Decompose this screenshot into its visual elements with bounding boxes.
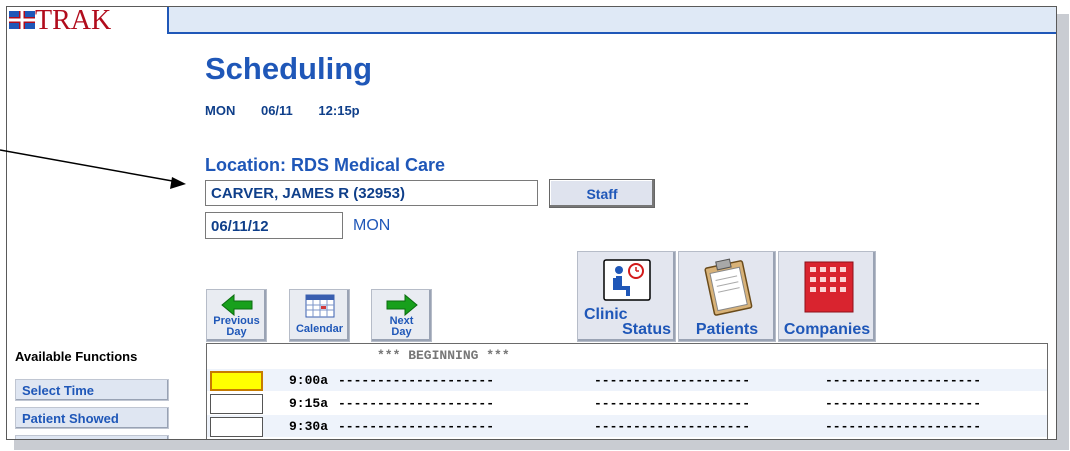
current-time: 12:15p xyxy=(318,103,360,118)
schedule-row[interactable]: 9:00a -------------------- -------------… xyxy=(207,369,1047,391)
slot-time: 9:30a xyxy=(289,419,329,434)
page-title: Scheduling xyxy=(205,51,373,86)
patients-label: Patients xyxy=(695,321,759,338)
slot-dashes: -------------------- xyxy=(338,419,495,434)
calendar-label: Calendar xyxy=(295,323,344,335)
callout-arrow-icon xyxy=(0,149,186,189)
companies-button[interactable]: Companies xyxy=(778,251,876,342)
slot-time: 9:00a xyxy=(289,373,329,388)
slot-dashes: -------------------- xyxy=(594,396,751,411)
calendar-button[interactable]: Calendar xyxy=(289,289,350,342)
clinic-status-button[interactable]: Clinic Status xyxy=(577,251,676,342)
clipboard-icon xyxy=(704,258,753,316)
building-icon xyxy=(804,261,854,313)
day-of-week: MON xyxy=(353,217,391,234)
time-slot-checkbox[interactable] xyxy=(210,417,263,437)
schedule-list: *** BEGINNING *** 9:00a ----------------… xyxy=(206,343,1048,439)
slot-dashes: -------------------- xyxy=(338,373,495,388)
current-date: 06/11 xyxy=(260,103,293,118)
previous-day-label-2: Day xyxy=(226,326,247,338)
time-slot-checkbox[interactable] xyxy=(210,394,263,414)
patient-showed-button[interactable]: Patient Showed xyxy=(15,407,169,429)
slot-dashes: -------------------- xyxy=(825,373,982,388)
current-datetime: MON 06/11 12:15p xyxy=(205,103,382,118)
left-arrow-icon xyxy=(220,294,252,316)
previous-day-button[interactable]: Previous Day xyxy=(206,289,267,342)
right-arrow-icon xyxy=(386,294,418,316)
slot-dashes: -------------------- xyxy=(338,396,495,411)
function-button-partial[interactable] xyxy=(15,435,169,439)
current-day: MON xyxy=(205,103,236,118)
clinic-status-label-2: Status xyxy=(622,321,671,338)
location-label: Location: RDS Medical Care xyxy=(205,155,446,175)
staff-button[interactable]: Staff xyxy=(549,179,655,208)
next-day-label-2: Day xyxy=(391,326,412,338)
schedule-row[interactable]: 9:15a -------------------- -------------… xyxy=(207,392,1047,414)
schedule-row[interactable]: 9:30a -------------------- -------------… xyxy=(207,415,1047,437)
clinic-status-label-1: Clinic xyxy=(584,306,628,323)
slot-dashes: -------------------- xyxy=(825,396,982,411)
calendar-icon xyxy=(305,294,334,318)
slot-dashes: -------------------- xyxy=(594,419,751,434)
slot-time: 9:15a xyxy=(289,396,329,411)
companies-label: Companies xyxy=(783,321,871,338)
slot-dashes: -------------------- xyxy=(594,373,751,388)
available-functions-heading: Available Functions xyxy=(15,349,138,364)
select-time-button[interactable]: Select Time xyxy=(15,379,169,401)
clinic-status-icon xyxy=(603,259,651,301)
staff-name-field[interactable]: CARVER, JAMES R (32953) xyxy=(205,180,538,206)
time-slot-checkbox[interactable] xyxy=(210,371,263,391)
beginning-marker: *** BEGINNING *** xyxy=(377,348,510,363)
date-field[interactable]: 06/11/12 xyxy=(205,212,343,239)
patients-button[interactable]: Patients xyxy=(678,251,776,342)
slot-dashes: -------------------- xyxy=(825,419,982,434)
next-day-button[interactable]: Next Day xyxy=(371,289,432,342)
